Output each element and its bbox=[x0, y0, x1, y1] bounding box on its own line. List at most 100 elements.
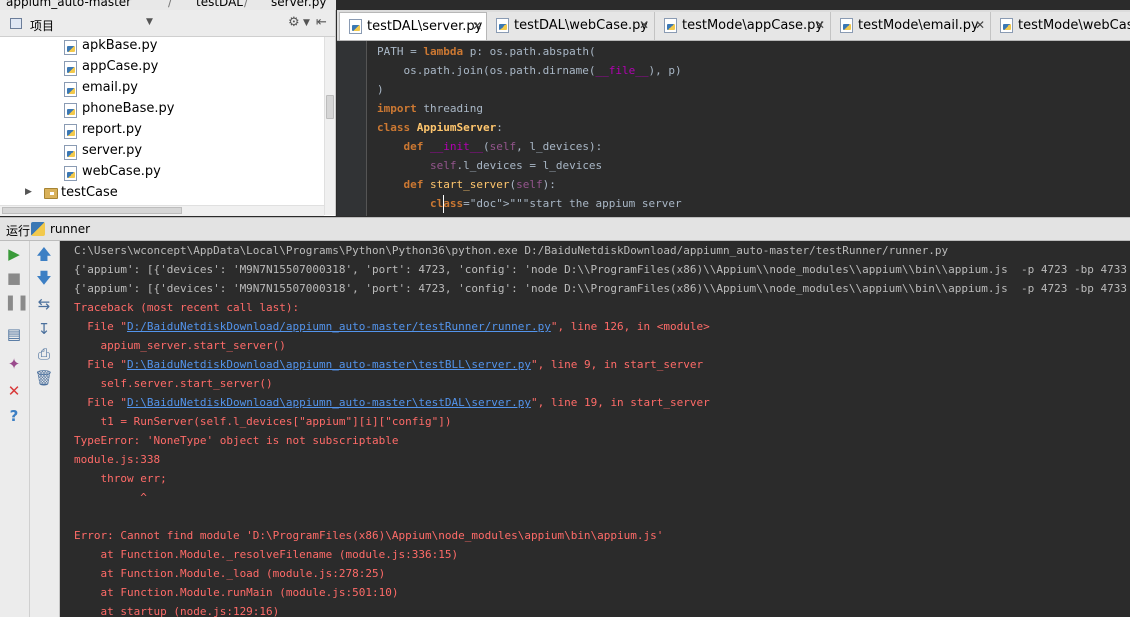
print-icon[interactable]: ⎙ bbox=[34, 344, 54, 364]
tree-item-label: testCase bbox=[61, 185, 118, 200]
python-file-icon bbox=[349, 19, 362, 34]
tab-testmode-webcase[interactable]: testMode\webCase.py bbox=[991, 12, 1130, 40]
console-line: {'appium': [{'devices': 'M9N7N1550700031… bbox=[74, 282, 1130, 295]
pause-icon[interactable]: ❚❚ bbox=[4, 292, 29, 312]
python-file-icon bbox=[64, 124, 77, 139]
python-file-icon bbox=[64, 166, 77, 181]
console-file-link[interactable]: D:\BaiduNetdiskDownload\appiumn_auto-mas… bbox=[127, 396, 531, 409]
tree-item-label: phoneBase.py bbox=[82, 101, 175, 116]
tab-testmode-email[interactable]: testMode\email.py ✕ bbox=[831, 12, 991, 40]
close-icon[interactable]: ✕ bbox=[639, 18, 649, 32]
code-line: class AppiumServer: bbox=[377, 121, 503, 134]
tab-testdal-webcase[interactable]: testDAL\webCase.py ✕ bbox=[487, 12, 655, 40]
tab-label: testMode\webCase.py bbox=[1018, 18, 1130, 33]
arrow-down-icon[interactable]: 🡇 bbox=[34, 268, 54, 288]
breadcrumb-separator: / bbox=[244, 0, 249, 9]
tree-item-folder[interactable]: ▶ testCase bbox=[25, 184, 225, 205]
python-file-icon bbox=[64, 103, 77, 118]
horizontal-scrollbar-thumb[interactable] bbox=[2, 207, 182, 214]
console-line: at Function.Module._load (module.js:278:… bbox=[74, 567, 386, 580]
breadcrumb-item[interactable]: server.py bbox=[271, 0, 326, 9]
tab-label: testMode\appCase.py bbox=[682, 18, 824, 33]
code-line: PATH = lambda p: os.path.abspath( bbox=[377, 45, 596, 58]
console-line: at Function.Module.runMain (module.js:50… bbox=[74, 586, 399, 599]
console-line: t1 = RunServer(self.l_devices["appium"][… bbox=[74, 415, 452, 428]
console-line: File "D:\BaiduNetdiskDownload\appiumn_au… bbox=[74, 358, 704, 371]
pin-tab-icon[interactable]: ✦ bbox=[4, 354, 24, 374]
gear-icon[interactable]: ⚙ bbox=[288, 15, 300, 30]
console-line: ^ bbox=[74, 491, 147, 504]
restore-layout-icon[interactable]: ▤ bbox=[4, 324, 24, 344]
hide-panel-icon[interactable]: ⇤ bbox=[316, 15, 327, 30]
run-window-header: 运行 runner bbox=[0, 217, 1130, 241]
stop-icon[interactable]: ■ bbox=[4, 268, 24, 288]
run-window-title: 运行 bbox=[6, 224, 31, 238]
project-panel: 项目 ▼ ⚙ ▼ ⇤ apkBase.py appCase.py email.p… bbox=[0, 10, 336, 216]
close-icon[interactable]: ✕ bbox=[472, 19, 482, 33]
code-line: ) bbox=[377, 83, 384, 96]
code-line: os.path.join(os.path.dirname(__file__), … bbox=[377, 64, 682, 77]
console-line: at startup (node.js:129:16) bbox=[74, 605, 280, 617]
console-line: module.js:338 bbox=[74, 453, 161, 466]
code-line: self.l_devices = l_devices bbox=[429, 159, 603, 172]
console-file-link[interactable]: D:/BaiduNetdiskDownload/appiumn_auto-mas… bbox=[127, 320, 551, 333]
tree-item-label: server.py bbox=[82, 143, 143, 158]
help-icon[interactable]: ? bbox=[4, 406, 24, 426]
tree-item-label: email.py bbox=[82, 80, 138, 95]
close-icon[interactable]: ✕ bbox=[975, 18, 985, 32]
code-line: def __init__(self, l_devices): bbox=[403, 140, 603, 153]
code-line: class="doc">"""start the appium server bbox=[429, 197, 682, 210]
tab-label: testMode\email.py bbox=[858, 18, 979, 33]
text-caret bbox=[443, 195, 444, 213]
console-line: Traceback (most recent call last): bbox=[74, 301, 300, 314]
project-view-selector[interactable]: 项目 ▼ bbox=[10, 16, 155, 33]
python-file-icon bbox=[496, 18, 509, 33]
project-panel-header: 项目 ▼ ⚙ ▼ ⇤ bbox=[0, 10, 335, 37]
editor-gutter bbox=[337, 41, 367, 216]
tree-item-label: apkBase.py bbox=[82, 38, 158, 53]
soft-wrap-icon[interactable]: ⇆ bbox=[34, 294, 54, 314]
tree-item-label: appCase.py bbox=[82, 59, 159, 74]
breadcrumb-item[interactable]: appium_auto-master bbox=[6, 0, 131, 9]
close-icon[interactable]: ✕ bbox=[815, 18, 825, 32]
close-icon[interactable]: ✕ bbox=[4, 381, 24, 401]
console-line: throw err; bbox=[74, 472, 167, 485]
console-line: C:\Users\wconcept\AppData\Local\Programs… bbox=[74, 244, 949, 257]
vertical-scrollbar-thumb[interactable] bbox=[326, 95, 334, 119]
console-file-link[interactable]: D:\BaiduNetdiskDownload\appiumn_auto-mas… bbox=[127, 358, 531, 371]
console-line: File "D:\BaiduNetdiskDownload\appiumn_au… bbox=[74, 396, 710, 409]
folder-icon bbox=[44, 188, 58, 199]
code-line: import threading bbox=[377, 102, 483, 115]
arrow-up-icon[interactable]: 🡅 bbox=[34, 244, 54, 264]
rerun-icon[interactable]: ▶ bbox=[4, 244, 24, 264]
console-line: Error: Cannot find module 'D:\ProgramFil… bbox=[74, 529, 664, 542]
chevron-down-icon[interactable]: ▼ bbox=[303, 18, 310, 28]
trash-icon[interactable]: 🗑 bbox=[34, 368, 54, 388]
breadcrumb-item[interactable]: testDAL bbox=[196, 0, 243, 9]
python-file-icon bbox=[64, 82, 77, 97]
scroll-to-end-icon[interactable]: ↧ bbox=[34, 319, 54, 339]
tab-label: testDAL\webCase.py bbox=[514, 18, 649, 33]
run-config-name[interactable]: runner bbox=[50, 222, 90, 236]
console-line: {'appium': [{'devices': 'M9N7N1550700031… bbox=[74, 263, 1130, 276]
tab-testmode-appcase[interactable]: testMode\appCase.py ✕ bbox=[655, 12, 831, 40]
vertical-scrollbar[interactable] bbox=[324, 37, 335, 215]
breadcrumb-separator: / bbox=[168, 0, 173, 9]
editor-tab-bar: testDAL\server.py ✕ testDAL\webCase.py ✕… bbox=[337, 10, 1130, 41]
tab-testdal-server[interactable]: testDAL\server.py ✕ bbox=[339, 12, 487, 40]
python-file-icon bbox=[840, 18, 853, 33]
project-view-icon bbox=[10, 18, 22, 29]
code-line: def start_server(self): bbox=[403, 178, 556, 191]
code-editor[interactable]: PATH = lambda p: os.path.abspath( os.pat… bbox=[337, 41, 1130, 216]
navigation-bar: appium_auto-master / testDAL / server.py bbox=[0, 0, 336, 10]
tree-item-label: report.py bbox=[82, 122, 142, 137]
python-file-icon bbox=[664, 18, 677, 33]
run-console[interactable]: C:\Users\wconcept\AppData\Local\Programs… bbox=[60, 241, 1130, 617]
tree-item-label: webCase.py bbox=[82, 164, 161, 179]
console-line: File "D:/BaiduNetdiskDownload/appiumn_au… bbox=[74, 320, 710, 333]
python-run-config-icon bbox=[31, 222, 45, 236]
console-line: self.server.start_server() bbox=[74, 377, 273, 390]
expand-arrow-icon[interactable]: ▶ bbox=[25, 187, 32, 197]
project-view-label: 项目 bbox=[30, 19, 55, 33]
tab-label: testDAL\server.py bbox=[367, 19, 483, 34]
